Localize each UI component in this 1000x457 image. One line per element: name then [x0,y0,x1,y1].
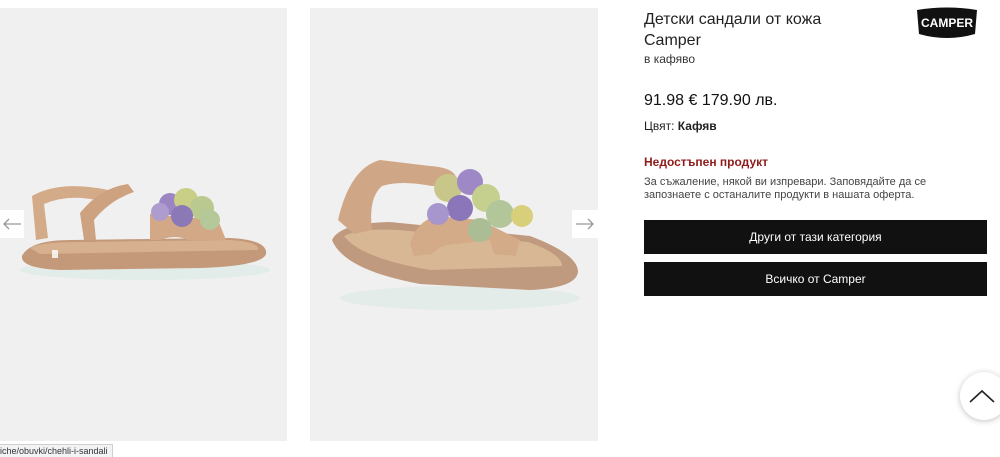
color-value: Кафяв [677,119,717,133]
gallery-prev-button[interactable] [0,210,24,238]
product-image-2[interactable] [310,8,598,441]
other-in-category-button[interactable]: Други от тази категория [644,220,987,254]
arrow-right-icon [576,218,594,230]
brand-logo[interactable]: CAMPER [915,6,979,40]
scroll-to-top-button[interactable] [960,372,1000,420]
status-bar-url: iche/obuvki/chehli-i-sandali [0,444,113,457]
product-title: Детски сандали от кожа Camper [644,11,822,49]
color-info: Цвят: Кафяв [644,119,717,133]
sandal-side-illustration [20,184,270,280]
unavailable-status: Недостъпен продукт [644,155,769,169]
gallery-next-button[interactable] [572,210,598,238]
product-price: 91.98 € 179.90 лв. [644,92,778,109]
unavailable-message: За съжаление, някой ви изпревари. Заповя… [644,176,927,201]
product-color-variant: в кафяво [644,52,696,66]
product-image-1[interactable] [0,8,287,441]
arrow-left-icon [3,218,21,230]
color-label: Цвят: [644,119,675,133]
chevron-up-icon [969,389,995,403]
sandal-angle-illustration [332,160,580,310]
all-from-brand-button[interactable]: Всичко от Camper [644,262,987,296]
brand-logo-text: CAMPER [921,16,973,30]
